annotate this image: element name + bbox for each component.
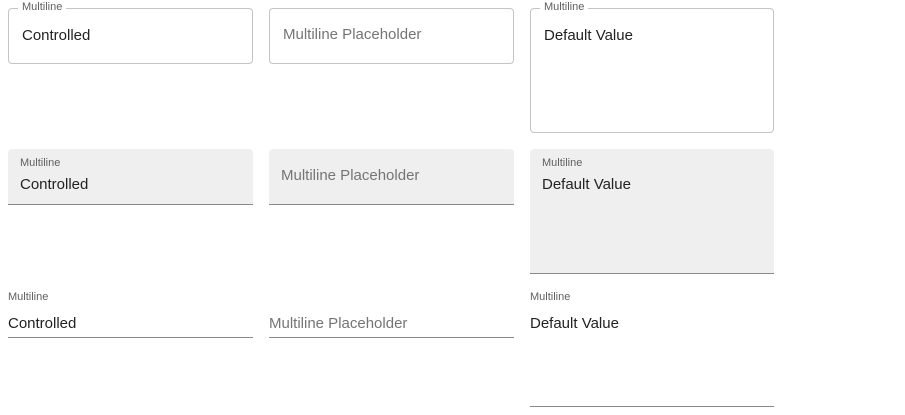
filled-controlled-field[interactable]: Multiline Controlled bbox=[8, 149, 253, 205]
textarea-placeholder[interactable]: Multiline Placeholder bbox=[283, 26, 421, 43]
field-label: Multiline bbox=[540, 1, 589, 13]
field-label: Multiline bbox=[530, 291, 571, 303]
standard-placeholder-field[interactable]: Multiline Placeholder bbox=[269, 291, 514, 338]
field-label: Multiline bbox=[8, 291, 49, 303]
textarea-value[interactable]: Default Value bbox=[530, 315, 619, 332]
textarea-value[interactable]: Controlled bbox=[20, 176, 88, 193]
filled-default-field[interactable]: Multiline Default Value bbox=[530, 149, 774, 274]
filled-placeholder-field[interactable]: Multiline Placeholder bbox=[269, 149, 514, 205]
field-label: Multiline bbox=[20, 157, 61, 169]
textarea-value[interactable]: Controlled bbox=[22, 27, 90, 44]
textarea-value[interactable]: Default Value bbox=[544, 27, 633, 44]
outlined-default-field[interactable]: Multiline Default Value bbox=[530, 1, 774, 133]
outlined-placeholder-field[interactable]: Multiline Placeholder bbox=[269, 8, 514, 64]
outlined-controlled-field[interactable]: Multiline Controlled bbox=[8, 1, 253, 64]
field-label: Multiline bbox=[18, 1, 67, 13]
textarea-placeholder[interactable]: Multiline Placeholder bbox=[269, 315, 407, 332]
textarea-placeholder[interactable]: Multiline Placeholder bbox=[281, 167, 419, 184]
field-label: Multiline bbox=[542, 157, 583, 169]
textarea-value[interactable]: Default Value bbox=[542, 176, 631, 193]
standard-default-field[interactable]: Multiline Default Value bbox=[530, 291, 774, 407]
standard-controlled-field[interactable]: Multiline Controlled bbox=[8, 291, 253, 338]
textarea-value[interactable]: Controlled bbox=[8, 315, 76, 332]
